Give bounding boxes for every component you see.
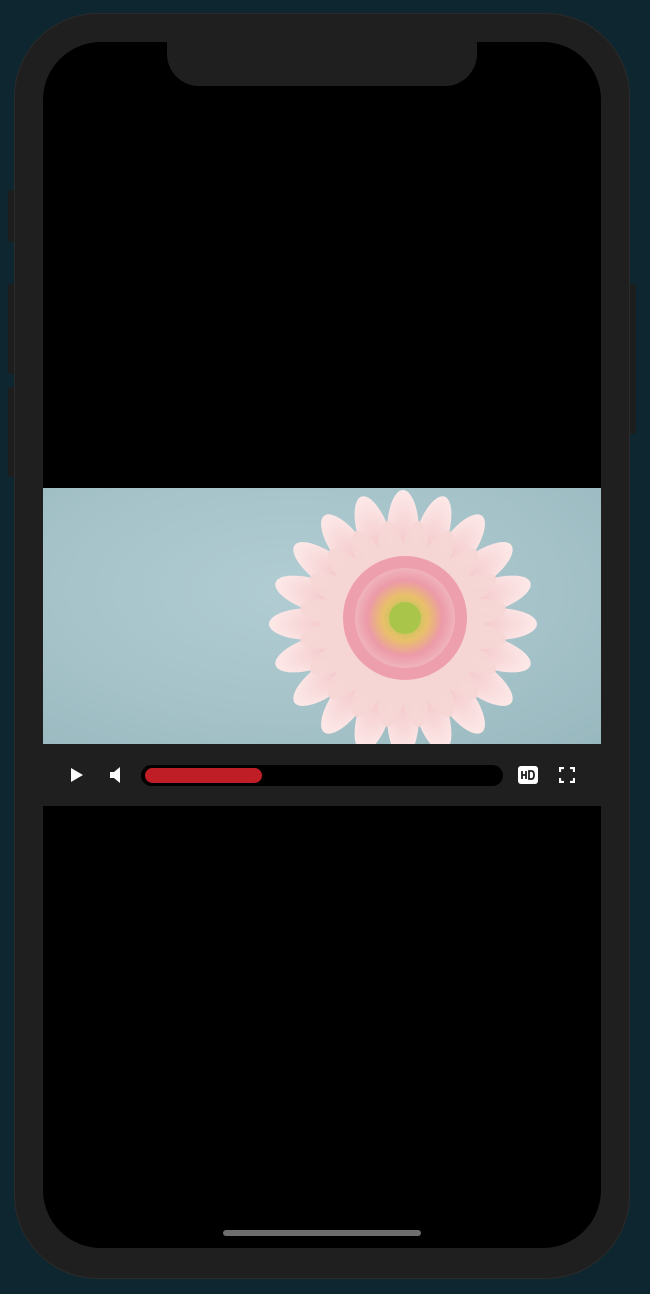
hd-button[interactable] (517, 765, 539, 785)
fullscreen-icon (559, 767, 575, 783)
volume-icon (110, 767, 120, 783)
phone-screen (43, 42, 601, 1248)
video-controls (43, 744, 601, 806)
video-thumbnail (269, 490, 537, 744)
progress-fill (145, 768, 262, 783)
fullscreen-button[interactable] (556, 765, 578, 785)
video-player[interactable] (43, 488, 601, 744)
home-indicator[interactable] (223, 1230, 421, 1236)
notch (167, 42, 477, 86)
volume-button[interactable] (106, 765, 126, 785)
play-button[interactable] (67, 765, 87, 785)
play-icon (71, 768, 83, 782)
progress-bar[interactable] (141, 765, 503, 786)
hd-icon (518, 766, 538, 784)
